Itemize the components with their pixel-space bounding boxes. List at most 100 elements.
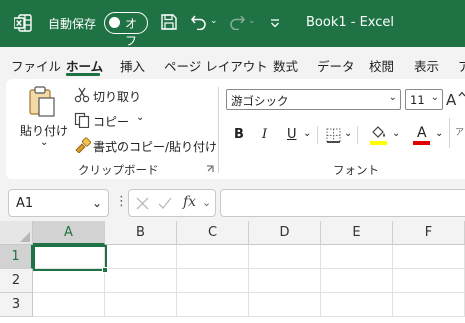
underline-dropdown-icon[interactable]: ⌄ — [303, 128, 311, 139]
font-color-dropdown-icon[interactable]: ⌄ — [435, 128, 443, 139]
cell-d2[interactable] — [249, 269, 321, 293]
copy-button[interactable]: コピー — [93, 113, 129, 130]
font-group-label: フォント — [333, 163, 379, 177]
format-painter-button[interactable]: 書式のコピー/貼り付け — [93, 138, 217, 155]
divider — [317, 126, 318, 144]
cell-c1[interactable] — [177, 245, 249, 269]
font-name-value: 游ゴシック — [231, 94, 289, 108]
column-header-e[interactable]: E — [321, 221, 393, 245]
cell-b3[interactable] — [105, 293, 177, 317]
fill-color-swatch — [370, 141, 387, 145]
scissors-icon — [74, 87, 90, 103]
paste-dropdown-icon[interactable]: ⌄ — [40, 137, 48, 148]
row-header-1[interactable]: 1 — [0, 245, 33, 269]
cell-e2[interactable] — [321, 269, 393, 293]
column-header-b[interactable]: B — [105, 221, 177, 245]
select-all-triangle-icon — [20, 232, 30, 242]
chevron-down-icon: ⌄ — [430, 92, 439, 103]
underline-button[interactable]: U — [287, 127, 297, 142]
cell-d3[interactable] — [249, 293, 321, 317]
font-color-button[interactable]: A — [417, 125, 427, 141]
column-header-f[interactable]: F — [393, 221, 465, 245]
active-cell-border[interactable] — [33, 245, 107, 271]
font-name-dropdown[interactable]: 游ゴシック ⌄ — [226, 89, 401, 110]
enter-check-icon[interactable] — [158, 197, 172, 210]
tab-file[interactable]: ファイル — [11, 56, 61, 75]
group-separator — [218, 87, 219, 173]
insert-function-button[interactable]: fx — [183, 194, 196, 210]
increase-font-size-icon[interactable]: A — [446, 90, 465, 108]
customize-qat-icon[interactable] — [268, 13, 282, 31]
cell-a2[interactable] — [33, 269, 105, 293]
clipped-ribbon-text: ア — [455, 128, 465, 138]
fill-color-dropdown-icon[interactable]: ⌄ — [392, 128, 400, 139]
worksheet-grid: ABCDEF 123 — [0, 221, 465, 323]
bold-button[interactable]: B — [234, 127, 244, 142]
column-header-c[interactable]: C — [177, 221, 249, 245]
tab-data[interactable]: データ — [317, 56, 355, 75]
tab-insert[interactable]: 挿入 — [120, 56, 145, 75]
fill-color-icon[interactable] — [370, 126, 387, 140]
column-header-a[interactable]: A — [33, 221, 105, 245]
redo-dropdown-icon[interactable]: ⌄ — [248, 16, 256, 26]
tab-page-layout[interactable]: ページ レイアウト — [164, 56, 268, 75]
ribbon-tabs: ファイル ホーム 挿入 ページ レイアウト 数式 データ 校閲 表示 ア — [0, 47, 465, 77]
chevron-down-icon: ⌄ — [388, 92, 397, 103]
name-box[interactable]: A1 ⌄ — [8, 189, 109, 217]
paste-icon[interactable] — [28, 86, 56, 118]
excel-logo-icon — [14, 14, 32, 32]
format-painter-icon — [75, 137, 92, 153]
clipboard-launcher-icon[interactable] — [206, 165, 214, 173]
font-size-dropdown[interactable]: 11 ⌄ — [405, 89, 443, 110]
chevron-down-icon[interactable]: ⌄ — [202, 196, 211, 209]
column-header-d[interactable]: D — [249, 221, 321, 245]
redo-icon[interactable] — [228, 12, 246, 30]
undo-dropdown-icon[interactable]: ⌄ — [210, 16, 218, 26]
font-color-swatch — [413, 141, 430, 145]
title-bar: 自動保存 オフ ⌄ ⌄ Book1 - Excel — [0, 0, 465, 48]
fill-handle[interactable] — [102, 267, 108, 273]
cell-b1[interactable] — [105, 245, 177, 269]
save-icon[interactable] — [160, 13, 178, 31]
formula-bar-area: A1 ⌄ ⋮ fx ⌄ — [0, 187, 465, 221]
ribbon-area: 貼り付け ⌄ 切り取り コピー ⌄ 書式のコピー/貼り付け クリップボード 游ゴ… — [0, 77, 465, 187]
cell-a3[interactable] — [33, 293, 105, 317]
autosave-toggle[interactable]: オフ — [104, 12, 148, 48]
cell-f3[interactable] — [393, 293, 465, 317]
borders-dropdown-icon[interactable]: ⌄ — [344, 128, 352, 139]
cell-c3[interactable] — [177, 293, 249, 317]
cut-button[interactable]: 切り取り — [93, 88, 141, 105]
cell-d1[interactable] — [249, 245, 321, 269]
row-header-3[interactable]: 3 — [0, 293, 33, 317]
toggle-knob — [109, 17, 120, 28]
cell-e1[interactable] — [321, 245, 393, 269]
chevron-down-icon: ⌄ — [91, 196, 102, 210]
clipboard-group-label: クリップボード — [78, 163, 159, 177]
tab-view[interactable]: 表示 — [414, 56, 439, 75]
tab-formulas[interactable]: 数式 — [273, 56, 298, 75]
cell-f2[interactable] — [393, 269, 465, 293]
font-size-value: 11 — [410, 93, 425, 107]
row-header-2[interactable]: 2 — [0, 269, 33, 293]
ribbon-home: 貼り付け ⌄ 切り取り コピー ⌄ 書式のコピー/貼り付け クリップボード 游ゴ… — [6, 79, 465, 179]
tab-review[interactable]: 校閲 — [369, 56, 394, 75]
italic-button[interactable]: I — [262, 127, 267, 142]
cell-f1[interactable] — [393, 245, 465, 269]
divider — [357, 126, 358, 144]
copy-dropdown-icon[interactable]: ⌄ — [136, 112, 144, 123]
autosave-label: 自動保存 — [48, 17, 97, 31]
formula-input[interactable] — [220, 189, 465, 217]
autosave-state: オフ — [125, 17, 138, 48]
cell-b2[interactable] — [105, 269, 177, 293]
divider — [449, 118, 450, 148]
tab-clipped[interactable]: ア — [458, 56, 465, 75]
cell-e3[interactable] — [321, 293, 393, 317]
cancel-icon[interactable] — [136, 197, 149, 210]
select-all-corner[interactable] — [0, 221, 33, 245]
borders-icon[interactable] — [326, 128, 341, 143]
copy-icon — [74, 112, 90, 128]
more-options-icon[interactable]: ⋮ — [115, 194, 128, 209]
cell-c2[interactable] — [177, 269, 249, 293]
svg-text:A: A — [446, 91, 457, 108]
undo-icon[interactable] — [190, 12, 208, 30]
